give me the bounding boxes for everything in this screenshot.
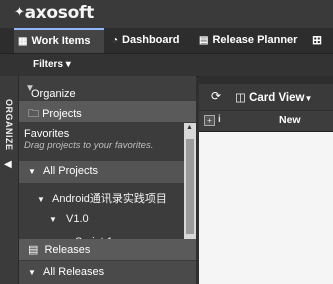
tab-dashboard[interactable]: ◔ Dashboard <box>112 28 180 53</box>
filters-dropdown[interactable]: Filters ▾ <box>33 59 71 70</box>
tree-item-label: V1.0 <box>65 213 89 225</box>
releases-section-header[interactable]: ▤ Releases <box>19 239 196 260</box>
release-planner-icon: ▤ <box>199 35 209 46</box>
caret-down-icon: ▼ <box>28 268 36 277</box>
tree-item-project[interactable]: ▼ Android通讯录实践项目 <box>37 190 167 206</box>
dashboard-icon: ◔ <box>112 35 119 46</box>
arrow-left-icon: ◀ <box>4 159 12 170</box>
organize-header[interactable]: Organize ▼ <box>19 76 196 100</box>
all-releases-item[interactable]: ▼ All Releases <box>19 261 196 284</box>
favorites-hint: Drag projects to your favorites. <box>24 140 154 151</box>
releases-icon: ▤ <box>28 244 39 256</box>
organize-vertical-label: ORGANIZE <box>4 99 14 151</box>
projects-section-header[interactable]: 🗀 Projects <box>19 101 196 122</box>
folder-icon: 🗀 <box>28 108 39 120</box>
card-view-label: Card View <box>249 92 305 104</box>
organize-label: Organize <box>31 88 76 100</box>
info-icon[interactable]: i <box>218 114 221 125</box>
tab-label: Dashboard <box>122 34 180 46</box>
caret-down-icon: ▼ <box>37 195 45 204</box>
logo-mark-icon: ✦ <box>14 5 25 20</box>
select-all-checkbox[interactable]: + <box>204 115 215 126</box>
organize-panel: Organize ▼ 🗀 Projects Favorites Drag pro… <box>19 76 196 284</box>
filter-bar: Filters ▾ <box>0 54 333 77</box>
all-releases-label: All Releases <box>42 266 105 278</box>
all-projects-label: All Projects <box>42 165 99 177</box>
top-bar: ✦axosoft <box>0 0 333 28</box>
axosoft-logo[interactable]: ✦axosoft <box>14 3 94 23</box>
board-panel: ⟳ ◫ Card View▼ + i New <box>199 76 333 284</box>
caret-down-icon: ▼ <box>28 167 36 176</box>
tab-work-items[interactable]: ▦ Work Items <box>14 28 104 53</box>
tree-scrollbar[interactable]: ▲ ▼ <box>184 123 196 253</box>
caret-down-icon: ▼ <box>49 215 57 224</box>
grid-icon: ▦ <box>18 36 28 47</box>
tree-item-version[interactable]: ▼ V1.0 <box>49 213 89 225</box>
add-tab-button[interactable]: ⊞ <box>312 28 322 53</box>
scroll-up-icon[interactable]: ▲ <box>186 124 193 131</box>
plus-square-icon: ⊞ <box>312 33 323 47</box>
column-new-label: New <box>279 114 301 126</box>
board-canvas <box>199 132 333 284</box>
organize-collapse-strip[interactable]: ◀ ORGANIZE <box>0 76 19 284</box>
logo-text: axosoft <box>24 3 95 23</box>
tab-release-planner[interactable]: ▤ Release Planner <box>199 28 297 53</box>
releases-label: Releases <box>44 244 91 256</box>
card-view-dropdown[interactable]: ◫ Card View▼ <box>235 90 312 104</box>
all-projects-item[interactable]: ▼ All Projects <box>19 161 184 183</box>
tab-label: Work Items <box>31 35 91 47</box>
projects-label: Projects <box>42 108 82 120</box>
favorites-title: Favorites <box>24 128 70 140</box>
scrollbar-thumb[interactable] <box>186 139 194 234</box>
chevron-down-icon: ▼ <box>304 94 313 103</box>
refresh-icon[interactable]: ⟳ <box>211 89 221 103</box>
board-column-header: + i New <box>199 111 333 132</box>
tree-item-label: Android通讯录实践项目 <box>51 193 167 205</box>
main-tab-bar: ▦ Work Items ◔ Dashboard ▤ Release Planner … <box>0 28 333 54</box>
project-tree: Favorites Drag projects to your favorite… <box>19 123 184 253</box>
card-view-icon: ◫ <box>235 92 246 104</box>
tab-label: Release Planner <box>212 34 298 46</box>
board-toolbar: ⟳ ◫ Card View▼ <box>199 84 333 110</box>
